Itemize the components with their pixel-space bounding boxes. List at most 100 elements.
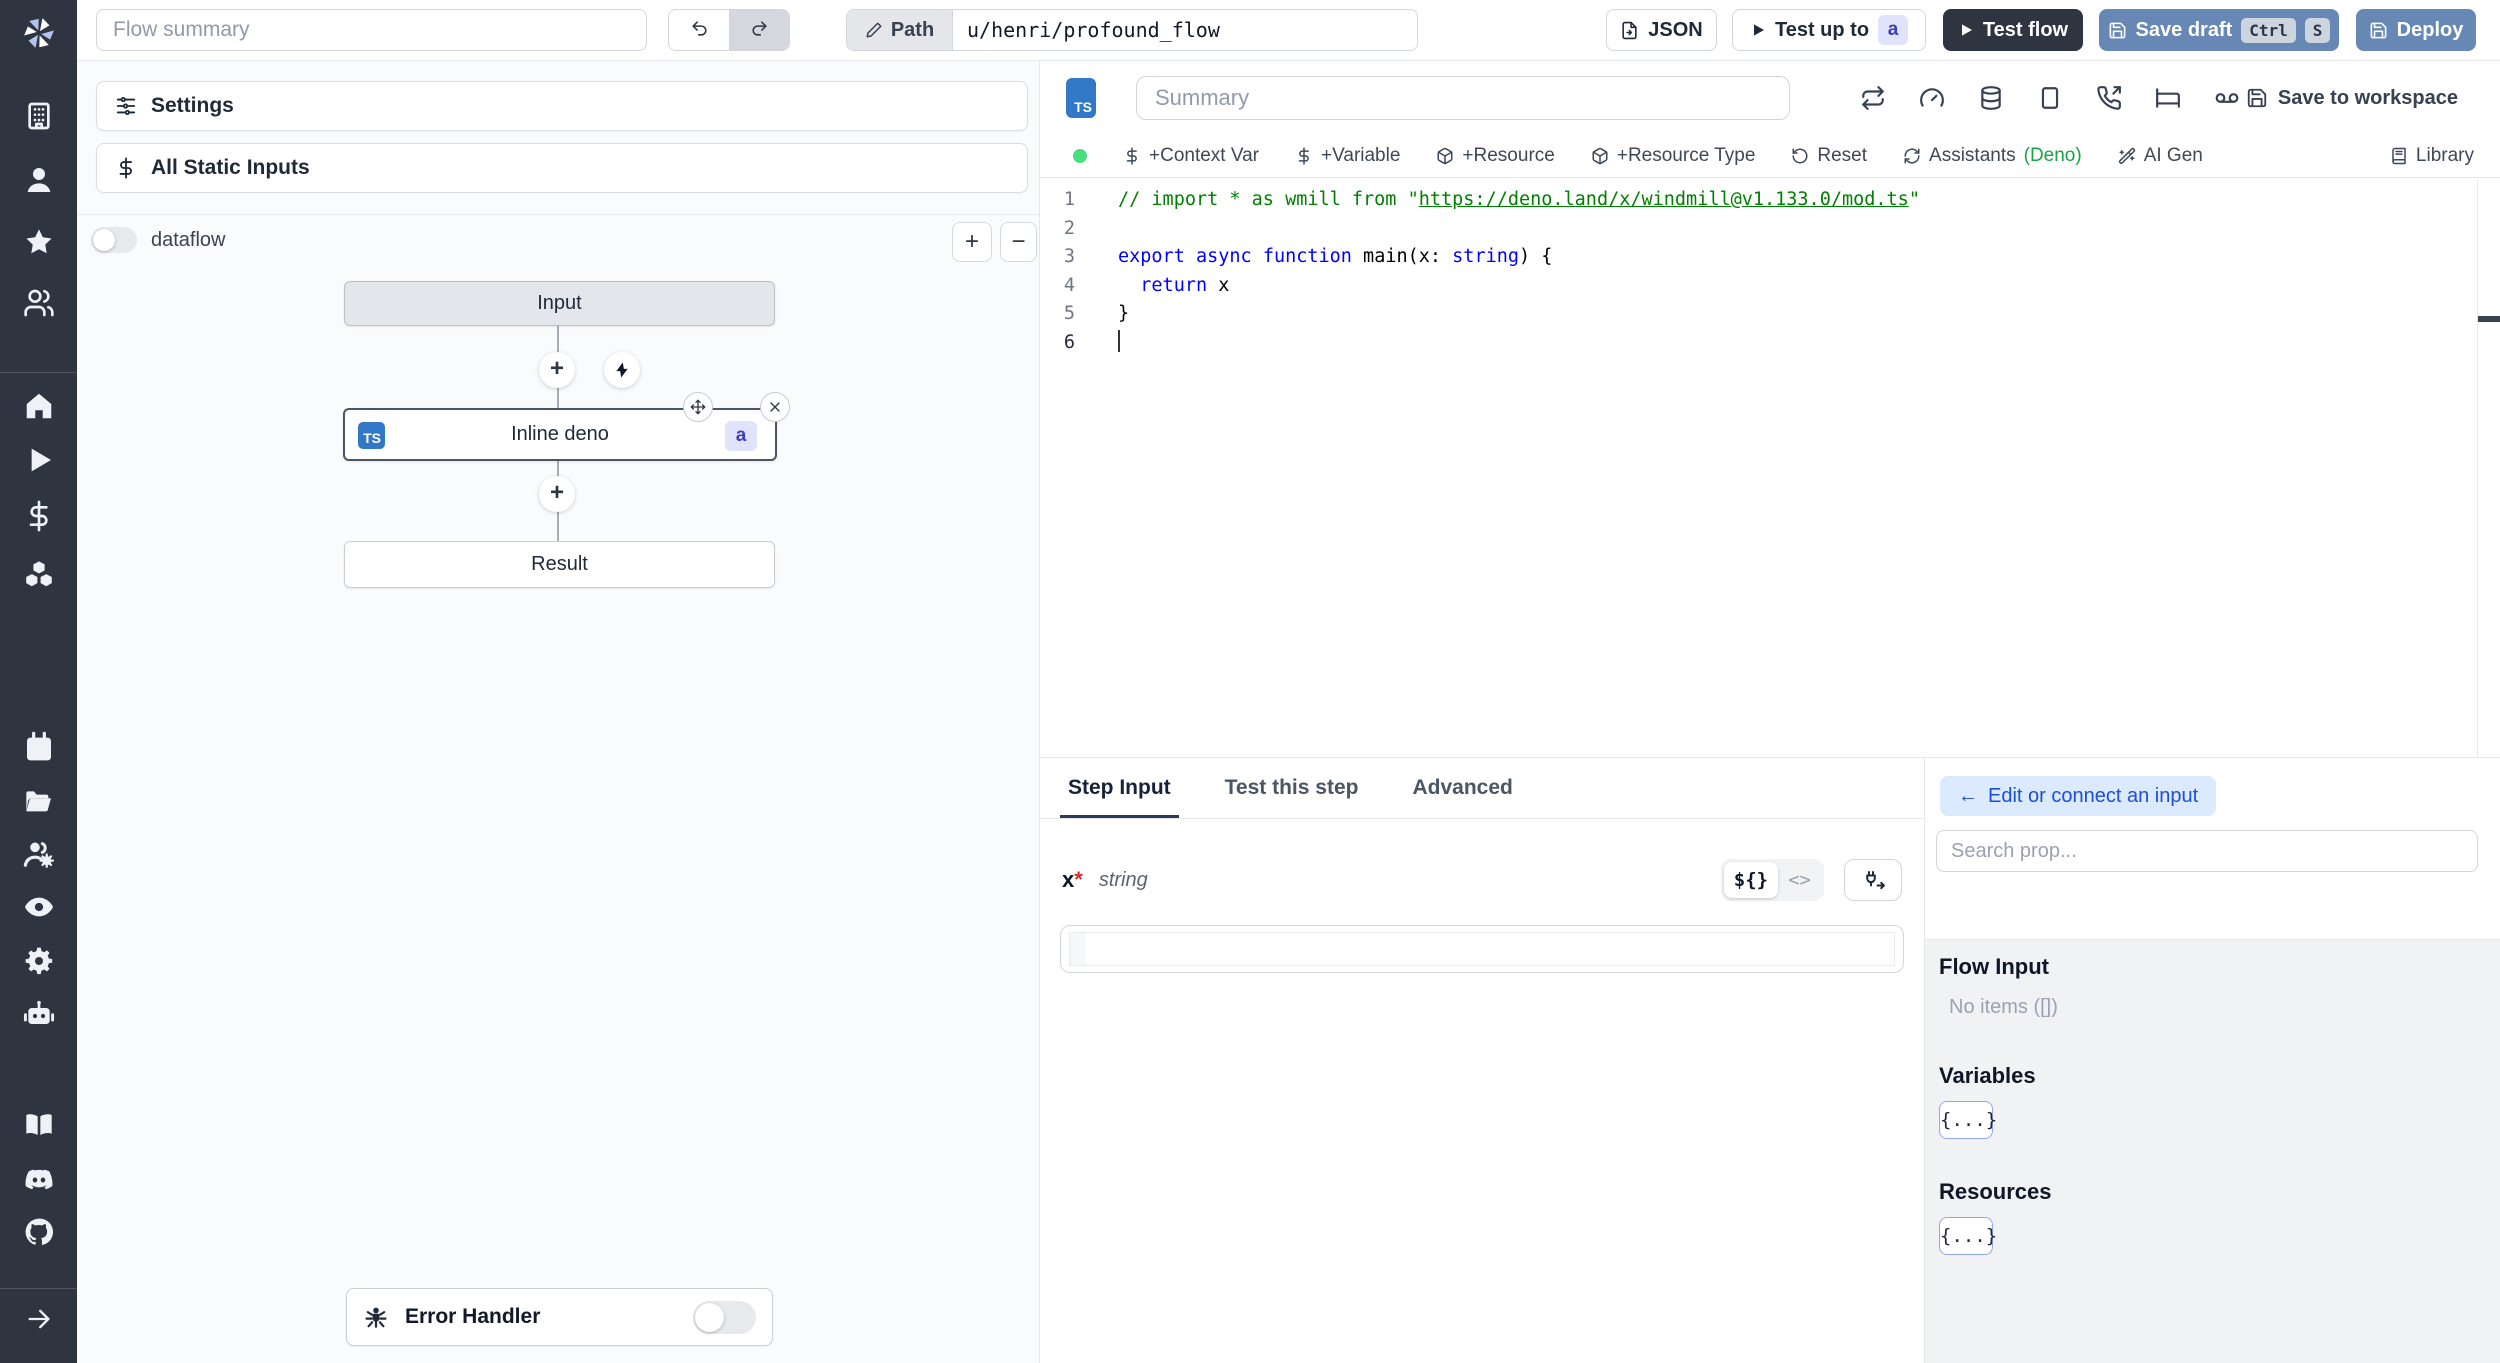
code-line: 1// import * as wmill from "https://deno… bbox=[1063, 189, 1920, 210]
tab-test-this-step[interactable]: Test this step bbox=[1225, 758, 1359, 818]
save-to-workspace-button[interactable]: Save to workspace bbox=[2246, 87, 2458, 110]
dataflow-toggle[interactable] bbox=[91, 227, 137, 253]
tab-step-input[interactable]: Step Input bbox=[1060, 758, 1179, 818]
test-up-to-button[interactable]: Test up to a bbox=[1732, 9, 1926, 51]
windmill-flow-editor: Path JSON Test up to a Test flow Save dr… bbox=[0, 0, 2500, 1363]
square-icon[interactable] bbox=[2037, 85, 2063, 111]
arg-field-row: x * string ${} <> bbox=[1040, 859, 1924, 901]
code-line: 3 export async function main(x: string) { bbox=[1063, 246, 1553, 267]
reset-button[interactable]: Reset bbox=[1791, 145, 1867, 167]
flow-node-result[interactable]: Result bbox=[344, 541, 775, 588]
cubes-icon[interactable] bbox=[23, 559, 55, 591]
flow-input-title: Flow Input bbox=[1939, 954, 2049, 979]
assistants-button[interactable]: Assistants (Deno) bbox=[1903, 145, 2082, 167]
library-label: Library bbox=[2415, 145, 2474, 166]
status-dot bbox=[1073, 149, 1087, 163]
connect-input-button[interactable] bbox=[1844, 859, 1902, 901]
building-icon[interactable] bbox=[23, 100, 55, 132]
file-json-icon bbox=[1620, 21, 1639, 40]
json-button[interactable]: JSON bbox=[1606, 9, 1717, 51]
robot-icon[interactable] bbox=[23, 998, 55, 1030]
variable-button[interactable]: +Variable bbox=[1295, 145, 1400, 167]
calendar-icon[interactable] bbox=[23, 731, 55, 763]
code-line: 4 return x bbox=[1063, 274, 1230, 296]
resources-expand-button[interactable]: {...} bbox=[1939, 1217, 1997, 1255]
zoom-in-button[interactable]: + bbox=[952, 222, 992, 262]
discord-icon[interactable] bbox=[23, 1163, 55, 1195]
phone-incoming-icon[interactable] bbox=[2096, 85, 2122, 111]
database-icon[interactable] bbox=[1978, 85, 2004, 111]
move-icon bbox=[690, 399, 706, 415]
close-icon bbox=[767, 399, 783, 415]
result-node-label: Result bbox=[531, 553, 588, 575]
trigger-zap-button[interactable] bbox=[604, 352, 640, 388]
zoom-out-button[interactable]: − bbox=[1000, 222, 1037, 262]
error-handler-toggle[interactable] bbox=[693, 1300, 756, 1334]
save-draft-button[interactable]: Save draft Ctrl S bbox=[2099, 9, 2339, 51]
insert-step-button[interactable]: + bbox=[539, 352, 575, 388]
gear-icon[interactable] bbox=[23, 945, 55, 977]
path-label: Path bbox=[890, 18, 935, 41]
bed-icon[interactable] bbox=[2155, 85, 2181, 111]
expr-mode-button[interactable]: ${} bbox=[1723, 862, 1779, 898]
flow-settings-button[interactable]: Settings bbox=[96, 81, 1028, 131]
context-var-button[interactable]: +Context Var bbox=[1123, 145, 1259, 167]
variables-expand-button[interactable]: {...} bbox=[1939, 1101, 1997, 1139]
redo-button[interactable] bbox=[729, 10, 789, 50]
top-bar: Path JSON Test up to a Test flow Save dr… bbox=[77, 0, 2500, 61]
user-icon[interactable] bbox=[23, 164, 55, 196]
play-icon[interactable] bbox=[23, 444, 55, 476]
insert-step-button[interactable]: + bbox=[539, 476, 575, 512]
tab-advanced[interactable]: Advanced bbox=[1412, 758, 1512, 818]
undo-redo-group bbox=[668, 9, 790, 51]
test-flow-button[interactable]: Test flow bbox=[1943, 9, 2083, 51]
text-cursor bbox=[1118, 330, 1120, 352]
folder-open-icon[interactable] bbox=[23, 786, 55, 818]
deploy-button[interactable]: Deploy bbox=[2356, 9, 2476, 51]
error-handler[interactable]: Error Handler bbox=[346, 1288, 773, 1346]
flow-node-inline-deno[interactable]: TS Inline deno a bbox=[343, 408, 777, 461]
repeat-icon[interactable] bbox=[1860, 85, 1886, 111]
resource-type-button[interactable]: +Resource Type bbox=[1591, 145, 1755, 167]
rail-divider bbox=[0, 1288, 77, 1289]
voicemail-icon[interactable] bbox=[2214, 85, 2240, 111]
typescript-badge: TS bbox=[1066, 78, 1096, 118]
resource-button[interactable]: +Resource bbox=[1436, 145, 1555, 167]
ai-gen-button[interactable]: AI Gen bbox=[2118, 145, 2203, 167]
search-prop-input[interactable] bbox=[1936, 830, 2478, 872]
path-edit-button[interactable]: Path bbox=[847, 10, 953, 50]
undo-button[interactable] bbox=[669, 10, 729, 50]
users-icon[interactable] bbox=[23, 287, 55, 319]
connect-panel: ← Edit or connect an input Flow Input No… bbox=[1925, 758, 2500, 1363]
windmill-logo-icon[interactable] bbox=[20, 14, 58, 52]
path-input[interactable] bbox=[953, 10, 1417, 50]
gauge-icon[interactable] bbox=[1919, 85, 1945, 111]
editor-overview-ruler[interactable] bbox=[2477, 178, 2500, 757]
bug-icon bbox=[363, 1304, 389, 1330]
cursor-marker bbox=[2478, 316, 2500, 322]
arg-value-input[interactable] bbox=[1090, 933, 1890, 965]
dataflow-label: dataflow bbox=[151, 228, 226, 251]
book-open-icon[interactable] bbox=[23, 1109, 55, 1141]
star-icon[interactable] bbox=[23, 226, 55, 258]
typescript-badge: TS bbox=[358, 422, 385, 449]
step-id-badge: a bbox=[1878, 15, 1909, 45]
code-editor[interactable]: 1// import * as wmill from "https://deno… bbox=[1040, 178, 2500, 757]
code-mode-button[interactable]: <> bbox=[1778, 862, 1821, 898]
settings-label: Settings bbox=[151, 94, 234, 117]
arrow-right-icon[interactable] bbox=[25, 1305, 53, 1333]
move-step-button[interactable] bbox=[683, 392, 713, 422]
home-icon[interactable] bbox=[23, 390, 55, 422]
library-button[interactable]: Library bbox=[2390, 145, 2500, 167]
github-icon[interactable] bbox=[23, 1216, 55, 1248]
edit-or-connect-button[interactable]: ← Edit or connect an input bbox=[1940, 776, 2217, 816]
users-gear-icon[interactable] bbox=[23, 838, 55, 870]
all-static-inputs-button[interactable]: All Static Inputs bbox=[96, 143, 1028, 193]
eye-icon[interactable] bbox=[23, 891, 55, 923]
flow-node-input[interactable]: Input bbox=[344, 281, 775, 326]
dollar-icon[interactable] bbox=[23, 500, 55, 532]
dollar-icon bbox=[1295, 147, 1313, 165]
delete-step-button[interactable] bbox=[760, 392, 790, 422]
flow-summary-input[interactable] bbox=[96, 9, 647, 51]
step-summary-input[interactable] bbox=[1136, 76, 1790, 120]
